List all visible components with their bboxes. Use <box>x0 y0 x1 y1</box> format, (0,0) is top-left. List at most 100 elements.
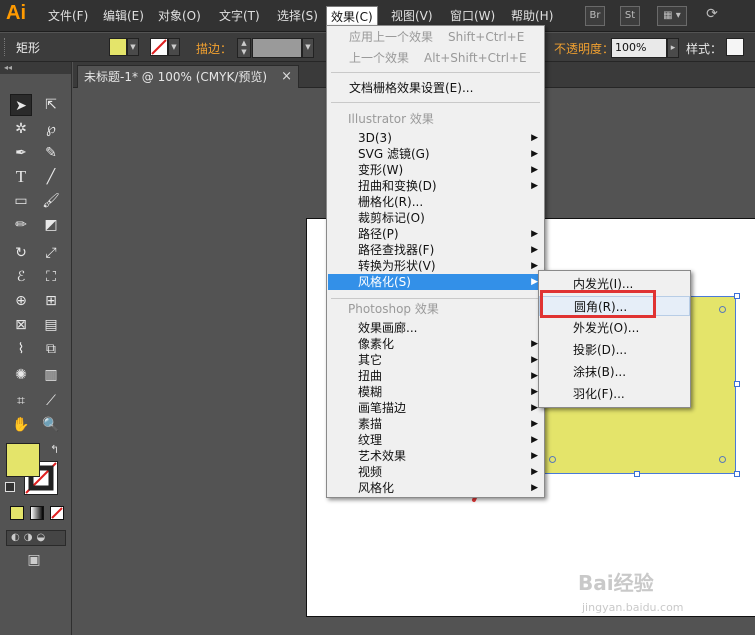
menu-item-illustrator-effect[interactable]: 扭曲和变换(D) ▶ <box>328 178 544 194</box>
bridge-button[interactable]: Br <box>585 6 605 26</box>
eyedropper-tool-icon[interactable]: ⌇ <box>10 338 32 360</box>
blend-tool-icon[interactable]: ⧉ <box>40 338 62 360</box>
stroke-swatch[interactable] <box>150 38 168 56</box>
menu-select[interactable]: 选择(S) <box>273 6 322 26</box>
lasso-tool-icon[interactable]: ℘ <box>40 118 62 140</box>
screen-mode-icon[interactable]: ▣ <box>22 552 46 572</box>
swap-fill-stroke-icon[interactable]: ↰ <box>50 443 59 456</box>
menu-type[interactable]: 文字(T) <box>215 6 264 26</box>
rotate-tool-icon[interactable]: ↻ <box>10 242 32 264</box>
type-tool-icon[interactable]: T <box>10 166 32 188</box>
opacity-label[interactable]: 不透明度： <box>554 40 614 57</box>
menu-item-photoshop-effect[interactable]: 艺术效果 ▶ <box>328 448 544 464</box>
menu-item-photoshop-effect[interactable]: 画笔描边 ▶ <box>328 400 544 416</box>
line-segment-tool-icon[interactable]: ╱ <box>40 166 62 188</box>
live-corner-widget[interactable] <box>719 456 726 463</box>
shape-builder-tool-icon[interactable]: ⊕ <box>10 290 32 312</box>
menu-item-illustrator-effect[interactable]: 路径(P) ▶ <box>328 226 544 242</box>
menu-item-illustrator-effect[interactable]: 栅格化(R)... <box>328 194 544 210</box>
opacity-field[interactable]: 100% <box>611 38 667 58</box>
menu-item-photoshop-effect[interactable]: 模糊 ▶ <box>328 384 544 400</box>
menu-window[interactable]: 窗口(W) <box>446 6 499 26</box>
gradient-tool-icon[interactable]: ▤ <box>40 314 62 336</box>
menu-edit[interactable]: 编辑(E) <box>99 6 148 26</box>
menu-item-illustrator-effect[interactable]: 转换为形状(V) ▶ <box>328 258 544 274</box>
resize-handle-right-middle[interactable] <box>734 381 740 387</box>
fill-swatch[interactable] <box>109 38 127 56</box>
menu-effect[interactable]: 效果(C) <box>326 6 378 26</box>
fill-dropdown-icon[interactable]: ▼ <box>127 38 139 56</box>
menu-file[interactable]: 文件(F) <box>44 6 92 26</box>
panel-grip[interactable] <box>4 38 7 56</box>
none-mode-icon[interactable] <box>50 506 64 520</box>
gradient-mode-icon[interactable] <box>30 506 44 520</box>
menu-item-illustrator-effect[interactable]: 3D(3) ▶ <box>328 130 544 146</box>
column-graph-tool-icon[interactable]: ▥ <box>40 364 62 386</box>
graphic-style-swatch[interactable] <box>726 38 744 56</box>
drawing-modes-icon[interactable]: ◐◑◒ <box>6 530 66 546</box>
menu-item-photoshop-effect[interactable]: 风格化 ▶ <box>328 480 544 496</box>
opacity-flyout-icon[interactable]: ▸ <box>667 38 679 58</box>
menu-item-illustrator-effect[interactable]: 路径查找器(F) ▶ <box>328 242 544 258</box>
stroke-label[interactable]: 描边： <box>196 40 232 57</box>
menu-item-raster-settings[interactable]: 文档栅格效果设置(E)... <box>328 80 544 96</box>
menu-item-photoshop-effect[interactable]: 扭曲 ▶ <box>328 368 544 384</box>
menu-item-photoshop-effect[interactable]: 纹理 ▶ <box>328 432 544 448</box>
menu-item-apply-last-effect[interactable]: 应用上一个效果 Shift+Ctrl+E <box>328 29 544 45</box>
menu-view[interactable]: 视图(V) <box>387 6 437 26</box>
menu-item-photoshop-effect[interactable]: 素描 ▶ <box>328 416 544 432</box>
warp-tool-icon[interactable]: ℰ <box>10 266 32 288</box>
color-mode-icon[interactable] <box>10 506 24 520</box>
menu-object[interactable]: 对象(O) <box>154 6 205 26</box>
sync-icon[interactable]: ⟳ <box>700 6 724 26</box>
submenu-item-stylize[interactable]: 投影(D)... <box>539 340 690 360</box>
direct-selection-tool-icon[interactable]: ⇱ <box>40 94 62 116</box>
stroke-weight-dropdown-icon[interactable]: ▼ <box>302 38 314 58</box>
menu-item-illustrator-effect[interactable]: 风格化(S) ▶ <box>328 274 544 290</box>
submenu-item-stylize[interactable]: 外发光(O)... <box>539 318 690 338</box>
eraser-tool-icon[interactable]: ◩ <box>40 214 62 236</box>
arrange-documents-icon[interactable]: ▦ ▾ <box>657 6 687 26</box>
paintbrush-tool-icon[interactable]: 🖌 <box>40 190 62 212</box>
pencil-tool-icon[interactable]: ✏ <box>10 214 32 236</box>
selection-tool-icon[interactable]: ➤ <box>10 94 32 116</box>
menu-item-last-effect[interactable]: 上一个效果 Alt+Shift+Ctrl+E <box>328 50 544 66</box>
menu-item-illustrator-effect[interactable]: SVG 滤镜(G) ▶ <box>328 146 544 162</box>
scale-tool-icon[interactable]: ⤢ <box>40 242 62 264</box>
submenu-item-stylize[interactable]: 羽化(F)... <box>539 384 690 404</box>
mesh-tool-icon[interactable]: ⊠ <box>10 314 32 336</box>
menu-item-photoshop-effect[interactable]: 效果画廊... <box>328 320 544 336</box>
submenu-item-stylize[interactable]: 涂抹(B)... <box>539 362 690 382</box>
resize-handle-top-right[interactable] <box>734 293 740 299</box>
stroke-weight-field[interactable] <box>252 38 302 58</box>
resize-handle-bottom-right[interactable] <box>734 471 740 477</box>
zoom-tool-icon[interactable]: 🔍 <box>40 414 62 436</box>
perspective-grid-tool-icon[interactable]: ⊞ <box>40 290 62 312</box>
resize-handle-bottom-middle[interactable] <box>634 471 640 477</box>
menu-item-photoshop-effect[interactable]: 像素化 ▶ <box>328 336 544 352</box>
document-tab[interactable]: 未标题-1* @ 100% (CMYK/预览) × <box>77 65 299 88</box>
fill-color-box[interactable] <box>6 443 40 477</box>
tools-panel-header[interactable]: ◂◂ <box>0 62 71 74</box>
menu-item-photoshop-effect[interactable]: 其它 ▶ <box>328 352 544 368</box>
close-icon[interactable]: × <box>281 66 292 88</box>
rectangle-tool-icon[interactable]: ▭ <box>10 190 32 212</box>
menu-item-photoshop-effect[interactable]: 视频 ▶ <box>328 464 544 480</box>
menu-separator <box>331 298 540 299</box>
default-fill-stroke-icon[interactable] <box>5 482 15 492</box>
symbol-sprayer-tool-icon[interactable]: ✺ <box>10 364 32 386</box>
free-transform-tool-icon[interactable]: ⛶ <box>40 266 62 288</box>
stroke-dropdown-icon[interactable]: ▼ <box>168 38 180 56</box>
pen-tool-icon[interactable]: ✒ <box>10 142 32 164</box>
slice-tool-icon[interactable]: ⟋ <box>40 390 62 412</box>
hand-tool-icon[interactable]: ✋ <box>10 414 32 436</box>
magic-wand-tool-icon[interactable]: ✲ <box>10 118 32 140</box>
live-corner-widget[interactable] <box>719 306 726 313</box>
artboard-tool-icon[interactable]: ⌗ <box>10 390 32 412</box>
curvature-tool-icon[interactable]: ✎ <box>40 142 62 164</box>
stroke-stepper[interactable]: ▲ ▼ <box>237 38 251 58</box>
menu-item-illustrator-effect[interactable]: 裁剪标记(O) <box>328 210 544 226</box>
stock-button[interactable]: St <box>620 6 640 26</box>
menu-item-illustrator-effect[interactable]: 变形(W) ▶ <box>328 162 544 178</box>
menu-help[interactable]: 帮助(H) <box>507 6 557 26</box>
